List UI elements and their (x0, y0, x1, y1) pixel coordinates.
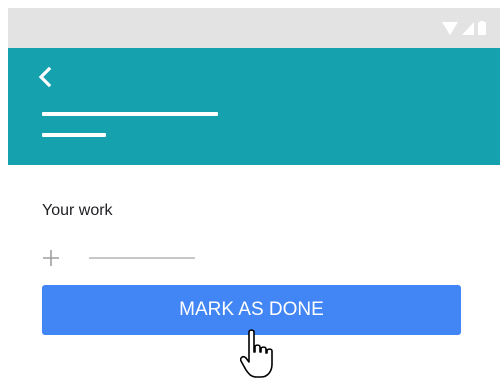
device-screen: Your work MARK AS DONE (8, 8, 500, 392)
add-attachment-row (41, 246, 211, 270)
plus-icon (43, 250, 59, 266)
app-bar (8, 48, 500, 165)
section-label: Your work (42, 202, 113, 219)
battery-icon (478, 21, 486, 35)
wifi-icon (442, 21, 458, 35)
status-bar (8, 8, 500, 48)
hand-pointer-icon (240, 329, 273, 378)
subtitle-placeholder (42, 133, 106, 137)
status-icons (442, 21, 486, 35)
mark-as-done-label: MARK AS DONE (179, 299, 324, 320)
add-placeholder-line (89, 257, 195, 259)
add-button[interactable] (41, 248, 61, 268)
chevron-left-icon (38, 66, 52, 88)
back-button[interactable] (34, 64, 58, 90)
signal-icon (462, 21, 474, 35)
title-placeholder (42, 112, 218, 116)
